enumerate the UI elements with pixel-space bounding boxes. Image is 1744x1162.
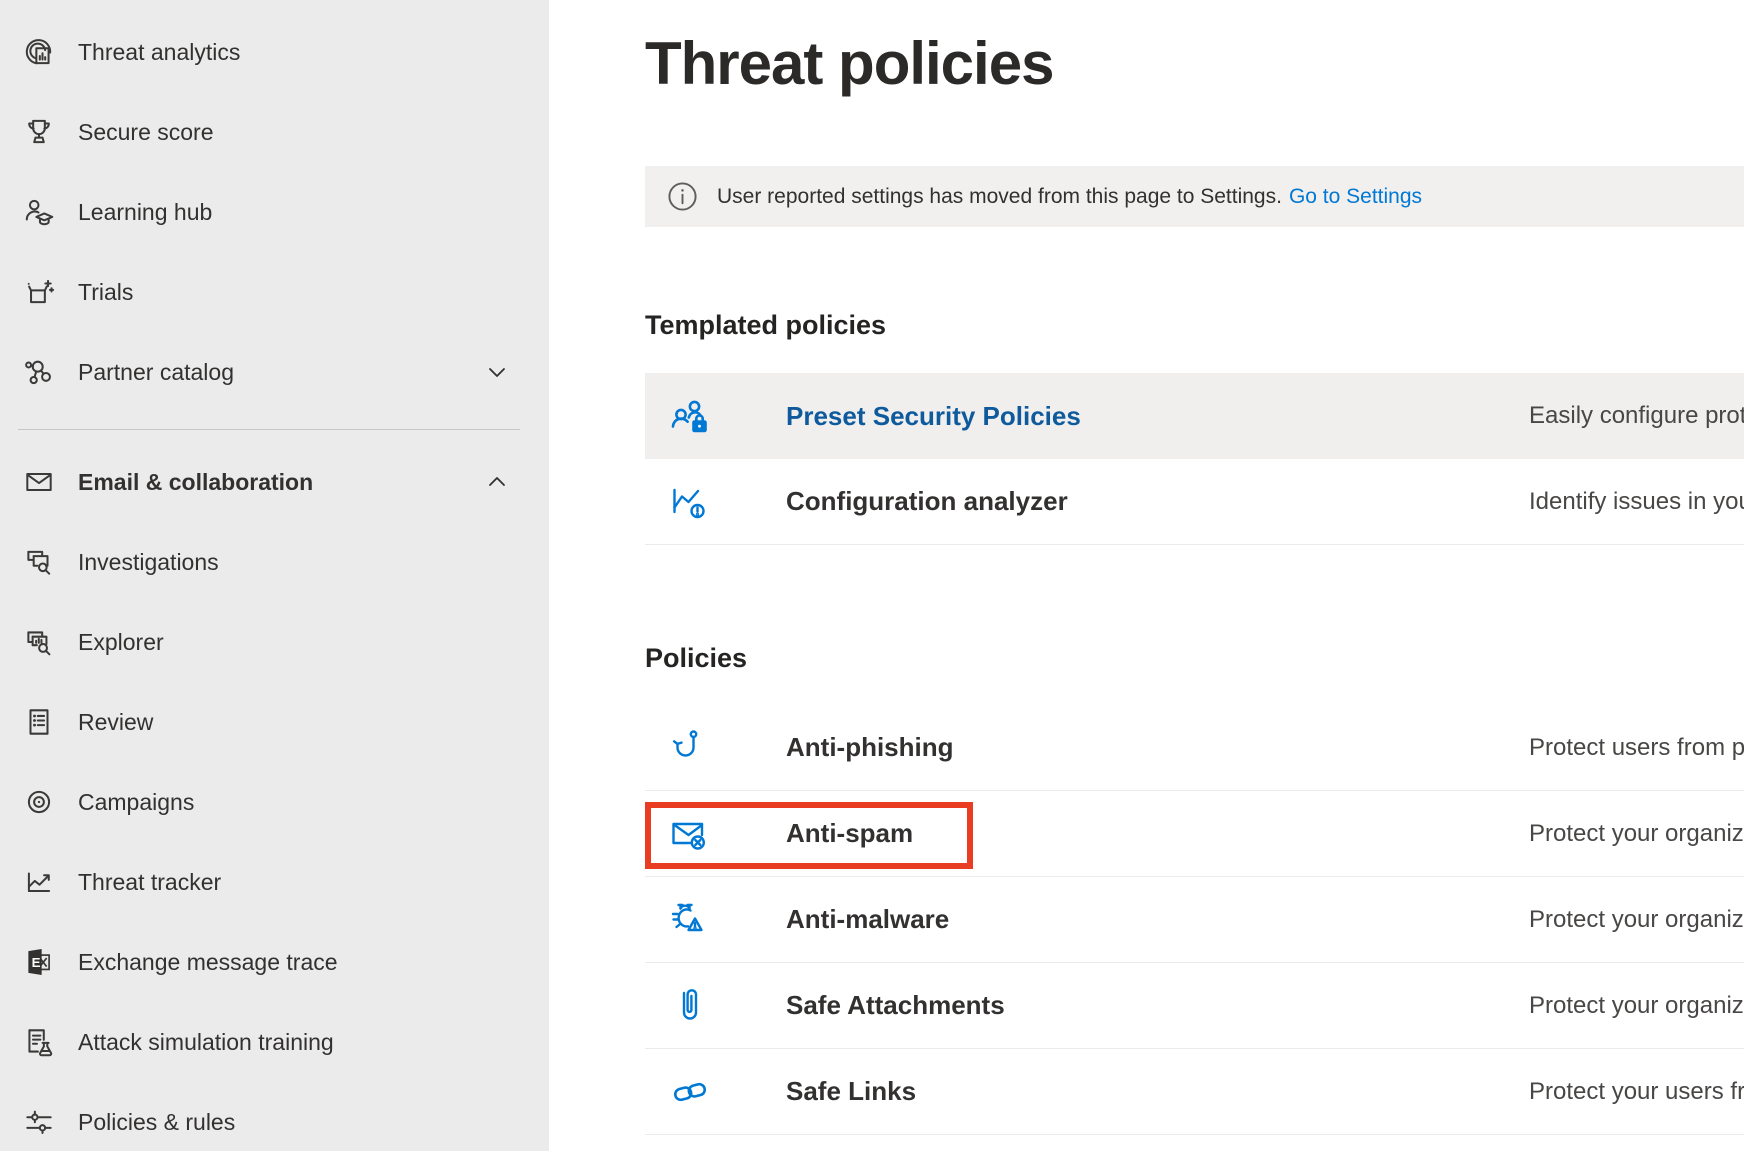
sidebar-item-label: Threat analytics [78,39,240,66]
sidebar-item-label: Exchange message trace [78,949,338,976]
row-description: Protect your organiz [1529,820,1744,848]
row-title: Configuration analyzer [786,486,1068,517]
anti-phishing-icon [668,726,712,770]
sidebar-item-partner-catalog[interactable]: Partner catalog [0,332,549,412]
row-title: Preset Security Policies [786,401,1081,432]
sidebar-item-learning-hub[interactable]: Learning hub [0,172,549,252]
row-title: Anti-malware [786,904,949,935]
policies-list: Anti-phishing Protect users from p Anti-… [645,705,1744,1135]
row-description: Identify issues in you [1529,488,1744,516]
banner-message: User reported settings has moved from th… [717,185,1282,209]
configuration-analyzer-icon [668,480,712,524]
sidebar-item-label: Trials [78,279,133,306]
page-title: Threat policies [645,26,1744,102]
row-safe-attachments[interactable]: Safe Attachments Protect your organiz [645,963,1744,1049]
row-safe-links[interactable]: Safe Links Protect your users fr [645,1049,1744,1135]
attack-simulation-training-icon [22,1025,56,1059]
row-configuration-analyzer[interactable]: Configuration analyzer Identify issues i… [645,459,1744,545]
sidebar-item-policies-rules[interactable]: Policies & rules [0,1082,549,1162]
sidebar-item-label: Review [78,709,153,736]
sidebar-item-secure-score[interactable]: Secure score [0,92,549,172]
sidebar-item-label: Partner catalog [78,359,234,386]
sidebar-item-threat-tracker[interactable]: Threat tracker [0,842,549,922]
sidebar-item-label: Learning hub [78,199,212,226]
campaigns-icon [22,785,56,819]
svg-text:E: E [32,955,41,970]
learning-hub-icon [22,195,56,229]
safe-attachments-icon [668,984,712,1028]
partner-catalog-icon [22,355,56,389]
sidebar-item-email-collaboration[interactable]: Email & collaboration [0,442,549,522]
row-description: Protect your users fr [1529,1078,1744,1106]
policies-rules-icon [22,1105,56,1139]
sidebar-item-label: Explorer [78,629,164,656]
sidebar-item-explorer[interactable]: Explorer [0,602,549,682]
sidebar-item-threat-analytics[interactable]: Threat analytics [0,12,549,92]
info-icon [667,181,698,212]
main-content: Threat policies User reported settings h… [549,0,1744,1151]
investigations-icon [22,545,56,579]
sidebar-item-investigations[interactable]: Investigations [0,522,549,602]
info-banner: User reported settings has moved from th… [645,166,1744,227]
sidebar-item-label: Campaigns [78,789,194,816]
row-description: Protect your organiz [1529,992,1744,1020]
row-anti-spam[interactable]: Anti-spam Protect your organiz [645,791,1744,877]
go-to-settings-link[interactable]: Go to Settings [1289,185,1422,209]
preset-security-policies-icon [668,394,712,438]
sidebar-divider [18,429,520,430]
anti-malware-icon [668,898,712,942]
sidebar-item-attack-simulation-training[interactable]: Attack simulation training [0,1002,549,1082]
sidebar-item-label: Investigations [78,549,219,576]
chevron-down-icon[interactable] [485,360,509,384]
row-description: Protect your organiz [1529,906,1744,934]
sidebar-item-campaigns[interactable]: Campaigns [0,762,549,842]
threat-tracker-icon [22,865,56,899]
row-title: Anti-spam [786,818,913,849]
anti-spam-icon [668,812,712,856]
exchange-message-trace-icon: E [22,945,56,979]
sidebar-item-review[interactable]: Review [0,682,549,762]
explorer-icon [22,625,56,659]
email-collaboration-icon [22,465,56,499]
safe-links-icon [668,1070,712,1114]
sidebar-item-exchange-message-trace[interactable]: E Exchange message trace [0,922,549,1002]
templated-policies-heading: Templated policies [645,307,1744,343]
sidebar-item-label: Threat tracker [78,869,221,896]
row-title: Safe Attachments [786,990,1005,1021]
row-description: Easily configure prot [1529,402,1744,430]
row-description: Protect users from p [1529,734,1744,762]
threat-analytics-icon [22,35,56,69]
sidebar-item-label: Attack simulation training [78,1029,334,1056]
trials-icon [22,275,56,309]
row-title: Anti-phishing [786,732,954,763]
row-title: Safe Links [786,1076,916,1107]
policies-heading: Policies [645,640,1744,676]
sidebar-item-label: Policies & rules [78,1109,235,1136]
chevron-up-icon[interactable] [485,470,509,494]
row-preset-security-policies[interactable]: Preset Security Policies Easily configur… [645,373,1744,459]
templated-policies-list: Preset Security Policies Easily configur… [645,373,1744,545]
row-anti-malware[interactable]: Anti-malware Protect your organiz [645,877,1744,963]
sidebar-item-label: Secure score [78,119,214,146]
sidebar-item-label: Email & collaboration [78,469,313,496]
row-anti-phishing[interactable]: Anti-phishing Protect users from p [645,705,1744,791]
secure-score-icon [22,115,56,149]
sidebar: Threat analytics Secure score Learning h… [0,0,549,1151]
sidebar-item-trials[interactable]: Trials [0,252,549,332]
review-icon [22,705,56,739]
